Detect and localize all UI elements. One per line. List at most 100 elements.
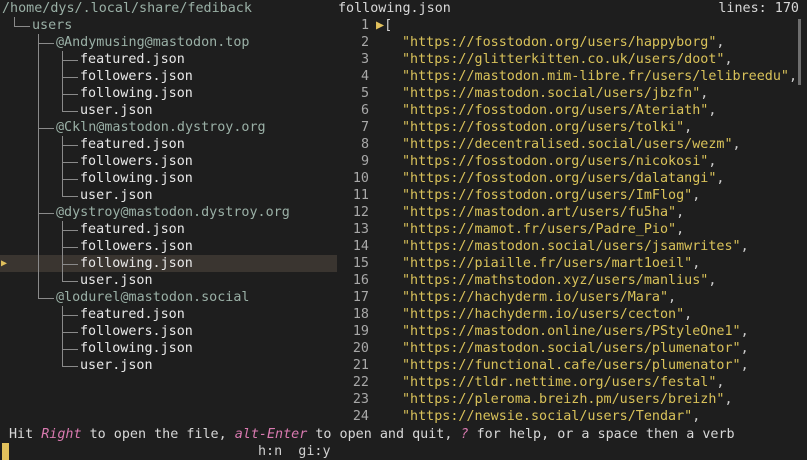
line-number: 7 [360,120,369,135]
preview-line: 13 "https://mamot.fr/users/Padre_Pio", [338,221,684,238]
tree-dir-row[interactable]: @Ckln@mastodon.dystroy.org [0,119,337,136]
line-number: 8 [360,137,369,152]
tree-file-row[interactable]: followers.json [0,68,337,85]
tree-guide [62,51,63,111]
tree-connector [62,315,78,316]
preview-scrollbar[interactable] [798,19,801,85]
file-label: featured.json [80,222,185,237]
preview-title: following.json [338,1,451,16]
selection-marker-icon: ▶ [1,258,8,269]
status-bar: Hit Right to open the file, alt-Enter to… [0,426,807,443]
dir-label: @lodurel@mastodon.social [56,290,250,305]
file-label: followers.json [80,69,193,84]
code-string: "https://mastodon.mim-libre.fr/users/lel… [402,69,798,84]
preview-line: 8 "https://decentralised.social/users/wez… [338,136,741,153]
preview-line: 2 "https://fosstodon.org/users/happyborg"… [338,34,725,51]
tree-file-row[interactable]: featured.json [0,136,337,153]
tree-file-row[interactable]: featured.json [0,51,337,68]
tree-connector [38,298,54,299]
code-string: "https://tldr.nettime.org/users/festal", [402,375,725,390]
tree-connector [62,77,78,78]
line-number: 15 [352,256,369,271]
line-number: 17 [352,290,369,305]
tree-dir-row[interactable]: @dystroy@mastodon.dystroy.org [0,204,337,221]
tree-file-row[interactable]: user.json [0,272,337,289]
status-text-3: to open and quit, [307,427,461,442]
tree-file-row[interactable]: featured.json [0,221,337,238]
root-path-label: /home/dys/.local/share/fediback [2,1,252,16]
preview-line: 21 "https://functional.cafe/users/plumena… [338,357,749,374]
line-number: 23 [352,392,369,407]
key-alt-enter: alt-Enter [234,427,308,442]
file-label: following.json [80,171,193,186]
line-number: 6 [360,103,369,118]
tree-file-row[interactable]: following.json [0,85,337,102]
tree-file-row[interactable]: following.json [0,340,337,357]
line-number: 3 [360,52,369,67]
tree-guide [62,221,63,281]
dir-label: @Ckln@mastodon.dystroy.org [56,120,266,135]
tree-dir-row[interactable]: users [0,17,337,34]
tree-connector [14,26,30,27]
status-text-1: Hit [9,427,42,442]
file-label: following.json [80,256,193,271]
tree-connector [62,366,78,367]
tree-connector [62,332,78,333]
file-preview-panel[interactable]: following.json lines: 170 1 ▶[2 "https://f… [338,0,807,425]
line-number: 22 [352,375,369,390]
tree-guide [38,34,39,298]
tree-file-row[interactable]: featured.json [0,306,337,323]
mode-indicator: h:n gi:y [258,444,331,459]
line-number: 12 [352,205,369,220]
dir-label: users [32,18,73,33]
preview-line: 16 "https://mathstodon.xyz/users/manlius"… [338,272,717,289]
line-number: 10 [352,171,369,186]
tree-file-row[interactable]: user.json [0,357,337,374]
preview-line: 22 "https://tldr.nettime.org/users/festal… [338,374,725,391]
line-number: 21 [352,358,369,373]
file-label: user.json [80,358,153,373]
tree-file-row[interactable]: user.json [0,102,337,119]
line-number: 2 [360,35,369,50]
code-string: "https://pleroma.breizh.pm/users/breizh"… [402,392,733,407]
file-label: following.json [80,341,193,356]
tree-file-row[interactable]: followers.json [0,153,337,170]
preview-line: 7 "https://fosstodon.org/users/tolki", [338,119,692,136]
tree-connector [62,281,78,282]
file-label: followers.json [80,239,193,254]
file-label: followers.json [80,154,193,169]
code-string: "https://fosstodon.org/users/tolki", [402,120,693,135]
root-path[interactable]: /home/dys/.local/share/fediback [0,0,337,17]
input-cursor [2,443,9,460]
tree-connector [62,145,78,146]
line-number: 11 [352,188,369,203]
tree-guide [62,306,63,366]
code-string: "https://mastodon.social/users/plumenato… [402,341,749,356]
tree-guide [62,136,63,196]
command-input[interactable]: h:n gi:y [0,443,807,460]
preview-line: 15 "https://piaille.fr/users/mart1oeil", [338,255,700,272]
tree-connector [62,264,78,265]
preview-line: 1 ▶[ [338,17,392,34]
code-string: "https://hachyderm.io/users/Mara", [402,290,677,305]
line-number: 20 [352,341,369,356]
line-number: 4 [360,69,369,84]
file-label: user.json [80,188,153,203]
tree-file-row[interactable]: ▶ following.json [0,255,337,272]
line-number: 24 [352,409,369,424]
tree-file-row[interactable]: user.json [0,187,337,204]
current-line-icon: ▶ [376,18,385,33]
tree-file-row[interactable]: followers.json [0,238,337,255]
tree-file-row[interactable]: following.json [0,170,337,187]
key-help: ? [460,427,469,442]
file-tree-panel[interactable]: /home/dys/.local/share/fediback users @An… [0,0,337,420]
tree-dir-row[interactable]: @Andymusing@mastodon.top [0,34,337,51]
tree-dir-row[interactable]: @lodurel@mastodon.social [0,289,337,306]
tree-connector [38,128,54,129]
code-string: "https://mathstodon.xyz/users/manlius", [402,273,717,288]
tree-file-row[interactable]: followers.json [0,323,337,340]
preview-line: 23 "https://pleroma.breizh.pm/users/breiz… [338,391,733,408]
code-string: "https://mastodon.social/users/jbzfn", [402,86,709,101]
status-text-2: to open the file, [81,427,235,442]
tree-connector [62,111,78,112]
